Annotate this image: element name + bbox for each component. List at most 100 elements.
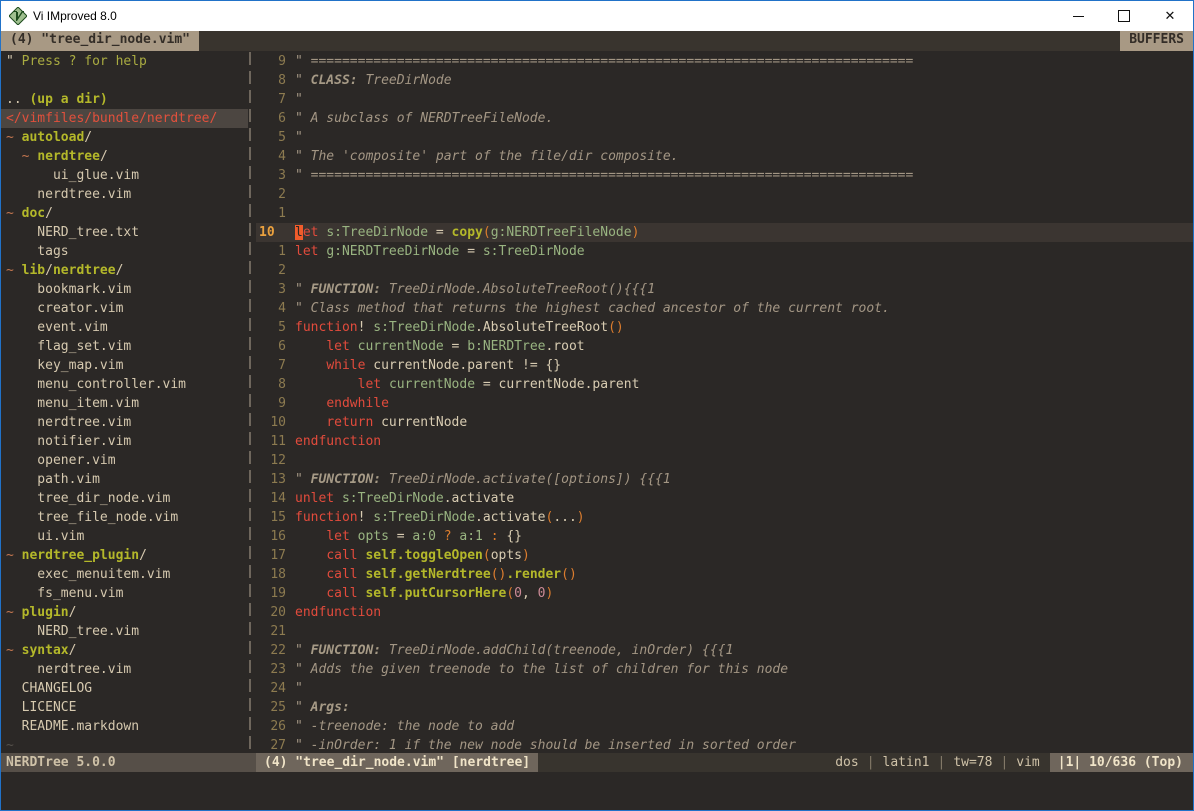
nerdtree-item[interactable]: </vimfiles/bundle/nerdtree/: [1, 109, 248, 128]
nerdtree-item[interactable]: key_map.vim: [1, 356, 248, 375]
editor-line[interactable]: 15function! s:TreeDirNode.activate(...): [256, 508, 1193, 527]
editor-line[interactable]: 14unlet s:TreeDirNode.activate: [256, 489, 1193, 508]
token: ~: [6, 206, 22, 221]
editor-line[interactable]: 27" -inOrder: 1 if the new node should b…: [256, 736, 1193, 753]
token: endfunction: [295, 434, 381, 449]
editor-line[interactable]: 26" -treenode: the node to add: [256, 717, 1193, 736]
nerdtree-item[interactable]: path.vim: [1, 470, 248, 489]
editor-line[interactable]: 5": [256, 128, 1193, 147]
editor-line[interactable]: 6" A subclass of NERDTreeFileNode.: [256, 109, 1193, 128]
editor-line[interactable]: 4" The 'composite' part of the file/dir …: [256, 147, 1193, 166]
editor-line[interactable]: 23" Adds the given treenode to the list …: [256, 660, 1193, 679]
nerdtree-item[interactable]: exec_menuitem.vim: [1, 565, 248, 584]
editor-line[interactable]: 22" FUNCTION: TreeDirNode.addChild(treen…: [256, 641, 1193, 660]
nerdtree-item[interactable]: " Press ? for help: [1, 52, 248, 71]
editor-line[interactable]: 4" Class method that returns the highest…: [256, 299, 1193, 318]
editor-line[interactable]: 18 call self.getNerdtree().render(): [256, 565, 1193, 584]
nerdtree-item[interactable]: .. (up a dir): [1, 90, 248, 109]
editor-line[interactable]: 21: [256, 622, 1193, 641]
editor-line[interactable]: 13" FUNCTION: TreeDirNode.activate([opti…: [256, 470, 1193, 489]
minimize-button[interactable]: [1055, 1, 1101, 31]
editor-line[interactable]: 24": [256, 679, 1193, 698]
nerdtree-item[interactable]: tree_file_node.vim: [1, 508, 248, 527]
nerdtree-item[interactable]: [1, 71, 248, 90]
nerdtree-item[interactable]: menu_controller.vim: [1, 375, 248, 394]
editor-line[interactable]: 5function! s:TreeDirNode.AbsoluteTreeRoo…: [256, 318, 1193, 337]
line-number: 13: [256, 470, 295, 489]
editor-line[interactable]: 11endfunction: [256, 432, 1193, 451]
editor-line[interactable]: 9" =====================================…: [256, 52, 1193, 71]
editor-line[interactable]: 8 let currentNode = currentNode.parent: [256, 375, 1193, 394]
editor-line[interactable]: 1let g:NERDTreeDirNode = s:TreeDirNode: [256, 242, 1193, 261]
editor-line[interactable]: 17 call self.toggleOpen(opts): [256, 546, 1193, 565]
nerdtree-item[interactable]: fs_menu.vim: [1, 584, 248, 603]
editor-line[interactable]: 6 let currentNode = b:NERDTree.root: [256, 337, 1193, 356]
token: nerdtree: [53, 263, 116, 278]
token: lib: [22, 263, 45, 278]
nerdtree-item[interactable]: nerdtree.vim: [1, 413, 248, 432]
maximize-button[interactable]: [1101, 1, 1147, 31]
editor-line[interactable]: 10let s:TreeDirNode = copy(g:NERDTreeFil…: [256, 223, 1193, 242]
editor-panel[interactable]: 9" =====================================…: [256, 51, 1193, 753]
nerdtree-item[interactable]: opener.vim: [1, 451, 248, 470]
nerdtree-item[interactable]: CHANGELOG: [1, 679, 248, 698]
editor-line[interactable]: 16 let opts = a:0 ? a:1 : {}: [256, 527, 1193, 546]
token: s:TreeDirNode: [373, 320, 475, 335]
window-split-separator[interactable]: [248, 51, 256, 753]
editor-line[interactable]: 2: [256, 185, 1193, 204]
token: ": [6, 54, 22, 69]
editor-line[interactable]: 10 return currentNode: [256, 413, 1193, 432]
buffers-label[interactable]: BUFFERS: [1120, 31, 1193, 51]
nerdtree-item[interactable]: nerdtree.vim: [1, 660, 248, 679]
line-text: ui_glue.vim: [6, 166, 139, 185]
editor-line[interactable]: 1: [256, 204, 1193, 223]
token: path.vim: [6, 472, 100, 487]
nerdtree-item[interactable]: ui_glue.vim: [1, 166, 248, 185]
token: README.markdown: [6, 719, 139, 734]
nerdtree-item[interactable]: tags: [1, 242, 248, 261]
nerdtree-item[interactable]: LICENCE: [1, 698, 248, 717]
nerdtree-item[interactable]: NERD_tree.txt: [1, 223, 248, 242]
editor-line[interactable]: 8" CLASS: TreeDirNode: [256, 71, 1193, 90]
nerdtree-item[interactable]: menu_item.vim: [1, 394, 248, 413]
editor-line[interactable]: 20endfunction: [256, 603, 1193, 622]
nerdtree-item[interactable]: tree_dir_node.vim: [1, 489, 248, 508]
nerdtree-panel[interactable]: " Press ? for help .. (up a dir)</vimfile…: [1, 51, 248, 753]
nerdtree-item[interactable]: ~ nerdtree/: [1, 147, 248, 166]
editor-line[interactable]: 25" Args:: [256, 698, 1193, 717]
line-text: menu_controller.vim: [6, 375, 186, 394]
editor-line[interactable]: 9 endwhile: [256, 394, 1193, 413]
editor-line[interactable]: 3" FUNCTION: TreeDirNode.AbsoluteTreeRoo…: [256, 280, 1193, 299]
nerdtree-item[interactable]: nerdtree.vim: [1, 185, 248, 204]
editor-line[interactable]: 7": [256, 90, 1193, 109]
nerdtree-item[interactable]: NERD_tree.vim: [1, 622, 248, 641]
nerdtree-item[interactable]: ui.vim: [1, 527, 248, 546]
editor-line[interactable]: 2: [256, 261, 1193, 280]
nerdtree-item[interactable]: ~ autoload/: [1, 128, 248, 147]
nerdtree-item[interactable]: ~ nerdtree_plugin/: [1, 546, 248, 565]
token: ): [545, 586, 553, 601]
token: nerdtree: [37, 149, 100, 164]
editor-line[interactable]: 7 while currentNode.parent != {}: [256, 356, 1193, 375]
nerdtree-item[interactable]: event.vim: [1, 318, 248, 337]
editor-line[interactable]: 19 call self.putCursorHere(0, 0): [256, 584, 1193, 603]
editor-line[interactable]: 12: [256, 451, 1193, 470]
window-controls: ✕: [1055, 1, 1193, 31]
nerdtree-item[interactable]: ~: [1, 736, 248, 753]
tab-tree-dir-node[interactable]: (4) "tree_dir_node.vim": [1, 31, 199, 51]
close-button[interactable]: ✕: [1147, 1, 1193, 31]
nerdtree-item[interactable]: ~ doc/: [1, 204, 248, 223]
nerdtree-item[interactable]: ~ syntax/: [1, 641, 248, 660]
nerdtree-item[interactable]: bookmark.vim: [1, 280, 248, 299]
token: [334, 491, 342, 506]
editor-line[interactable]: 3" =====================================…: [256, 166, 1193, 185]
nerdtree-item[interactable]: flag_set.vim: [1, 337, 248, 356]
nerdtree-item[interactable]: ~ plugin/: [1, 603, 248, 622]
nerdtree-item[interactable]: ~ lib/nerdtree/: [1, 261, 248, 280]
token: bookmark.vim: [6, 282, 131, 297]
command-line[interactable]: [1, 772, 1193, 810]
nerdtree-item[interactable]: creator.vim: [1, 299, 248, 318]
nerdtree-item[interactable]: README.markdown: [1, 717, 248, 736]
line-text: exec_menuitem.vim: [6, 565, 170, 584]
nerdtree-item[interactable]: notifier.vim: [1, 432, 248, 451]
